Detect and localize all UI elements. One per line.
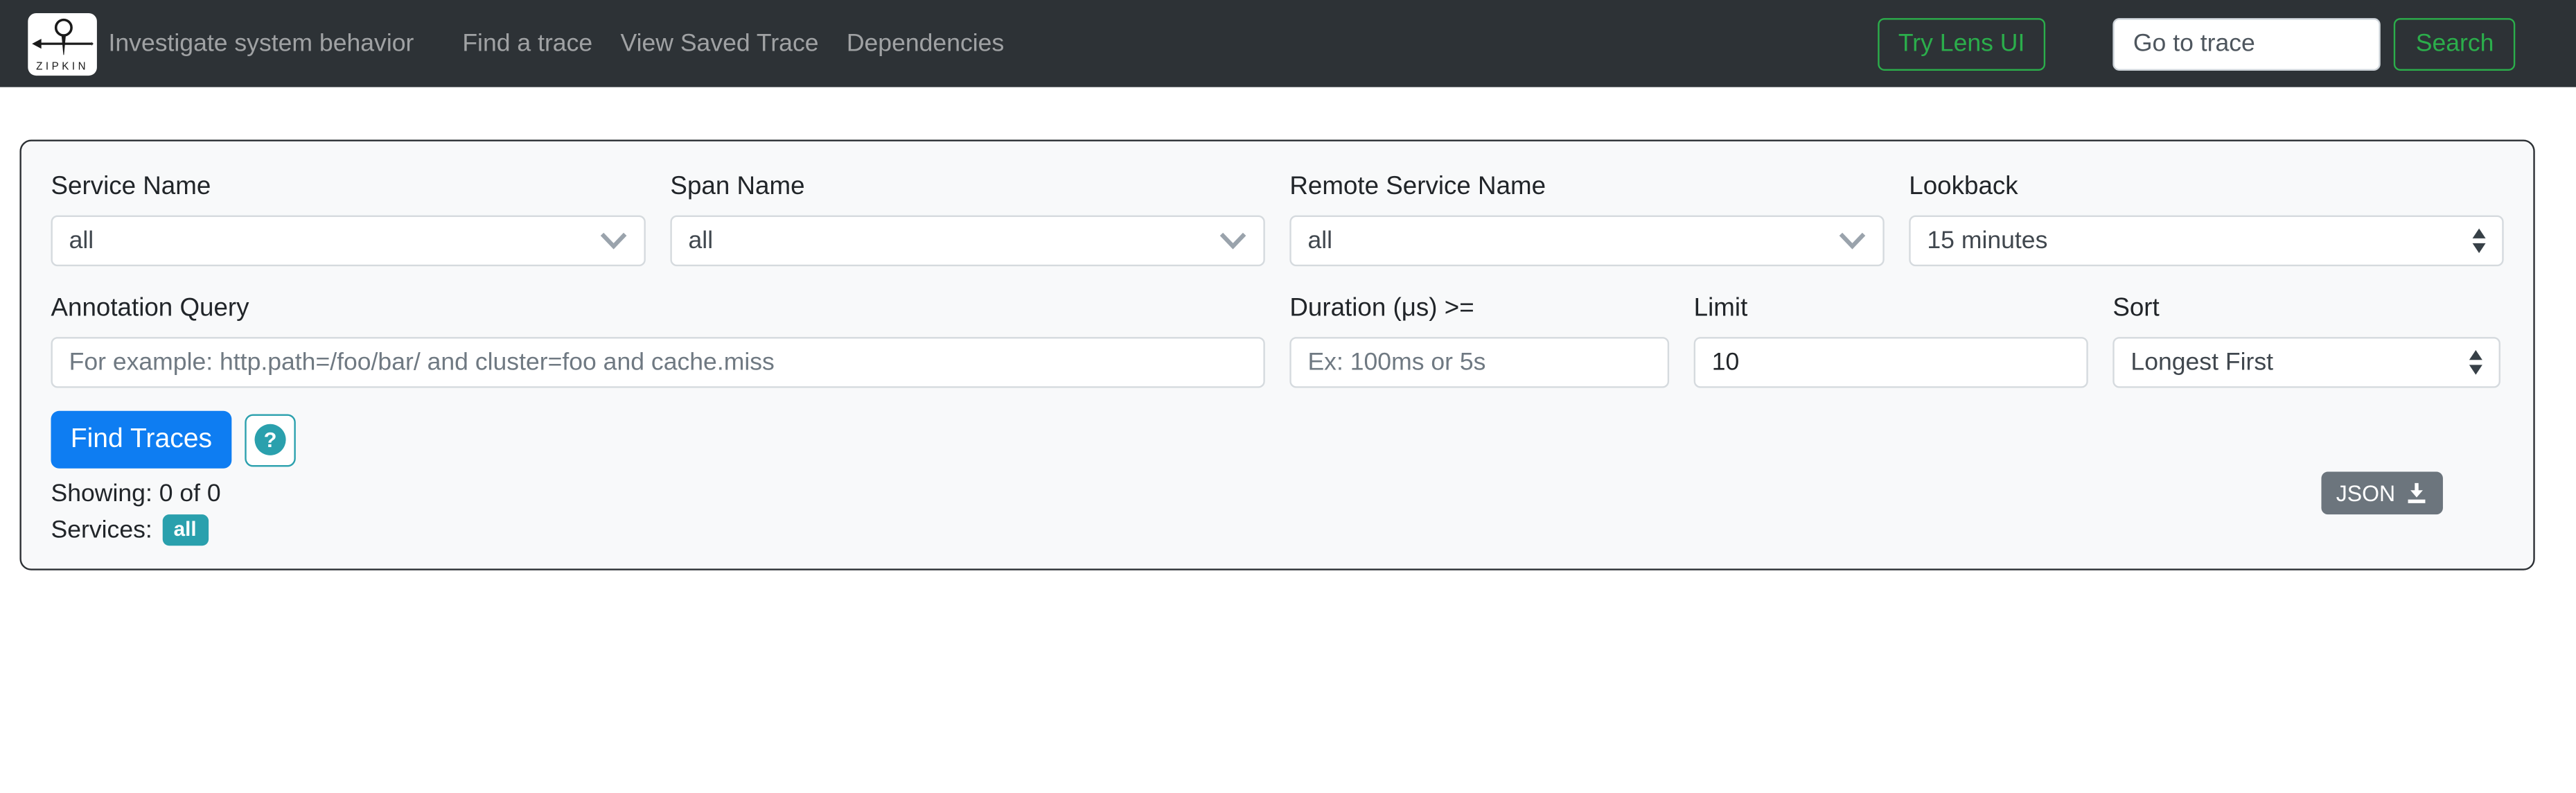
try-lens-ui-button[interactable]: Try Lens UI xyxy=(1877,17,2047,70)
duration-field: Duration (μs) >= xyxy=(1289,293,1670,388)
chevron-down-icon xyxy=(1219,232,1246,250)
annotation-query-field: Annotation Query xyxy=(51,293,1265,388)
lookback-value: 15 minutes xyxy=(1927,227,2048,255)
lookback-select[interactable]: 15 minutes xyxy=(1909,215,2504,267)
span-name-select[interactable]: all xyxy=(670,215,1265,267)
json-button-label: JSON xyxy=(2336,480,2396,506)
navbar: ZIPKIN Investigate system behavior Find … xyxy=(0,0,2576,87)
help-button[interactable]: ? xyxy=(245,413,296,467)
annotation-query-label: Annotation Query xyxy=(51,294,249,322)
sort-field: Sort Longest First xyxy=(2112,293,2500,388)
remote-service-name-field: Remote Service Name all xyxy=(1289,171,1885,267)
navbar-links: Find a trace View Saved Trace Dependenci… xyxy=(448,17,1018,71)
json-download-button[interactable]: JSON xyxy=(2321,471,2443,515)
span-name-value: all xyxy=(688,227,714,255)
showing-count: Showing: 0 of 0 xyxy=(51,480,221,508)
sort-label: Sort xyxy=(2112,294,2160,322)
span-name-label: Span Name xyxy=(670,172,805,201)
service-badge-all[interactable]: all xyxy=(162,514,209,546)
nav-link-view-saved-trace[interactable]: View Saved Trace xyxy=(606,17,832,71)
zipkin-classic-ui: ZIPKIN Investigate system behavior Find … xyxy=(0,0,2576,793)
remote-service-name-value: all xyxy=(1307,227,1333,255)
duration-input[interactable] xyxy=(1289,337,1670,388)
main-content: Service Name all Span Name all Remote Se… xyxy=(0,139,2576,570)
download-icon xyxy=(2408,482,2426,503)
question-icon: ? xyxy=(254,424,286,455)
service-name-value: all xyxy=(69,227,94,255)
zipkin-needle-icon: ZIPKIN xyxy=(32,17,94,72)
sort-value: Longest First xyxy=(2131,348,2274,376)
form-row-2: Annotation Query Duration (μs) >= Limit … xyxy=(51,293,2504,388)
lookback-label: Lookback xyxy=(1909,172,2018,201)
search-panel: Service Name all Span Name all Remote Se… xyxy=(19,139,2535,570)
nav-link-find-a-trace[interactable]: Find a trace xyxy=(448,17,606,71)
services-line: Services: all xyxy=(51,513,2504,548)
up-down-arrows-icon xyxy=(2472,229,2486,253)
search-button[interactable]: Search xyxy=(2394,17,2516,70)
limit-field: Limit xyxy=(1693,293,2088,388)
sort-select[interactable]: Longest First xyxy=(2112,337,2500,388)
limit-label: Limit xyxy=(1693,294,1748,322)
svg-text:ZIPKIN: ZIPKIN xyxy=(36,60,89,72)
find-traces-button[interactable]: Find Traces xyxy=(51,410,232,469)
chevron-down-icon xyxy=(599,232,627,250)
span-name-field: Span Name all xyxy=(670,171,1265,267)
service-name-select[interactable]: all xyxy=(51,215,646,267)
form-row-1: Service Name all Span Name all Remote Se… xyxy=(51,171,2504,267)
navbar-tagline: Investigate system behavior xyxy=(108,29,414,58)
remote-service-name-label: Remote Service Name xyxy=(1289,172,1546,201)
form-actions: Find Traces ? xyxy=(51,410,2504,469)
lookback-field: Lookback 15 minutes xyxy=(1909,171,2504,267)
nav-link-dependencies[interactable]: Dependencies xyxy=(833,17,1018,71)
annotation-query-input[interactable] xyxy=(51,337,1265,388)
duration-label: Duration (μs) >= xyxy=(1289,294,1474,322)
service-name-field: Service Name all xyxy=(51,171,646,267)
limit-input[interactable] xyxy=(1693,337,2088,388)
up-down-arrows-icon xyxy=(2469,350,2482,375)
go-to-trace-input[interactable] xyxy=(2113,17,2381,70)
service-name-label: Service Name xyxy=(51,172,211,201)
zipkin-logo[interactable]: ZIPKIN xyxy=(28,12,97,75)
services-label: Services: xyxy=(51,516,152,544)
remote-service-name-select[interactable]: all xyxy=(1289,215,1885,267)
chevron-down-icon xyxy=(1838,232,1866,250)
